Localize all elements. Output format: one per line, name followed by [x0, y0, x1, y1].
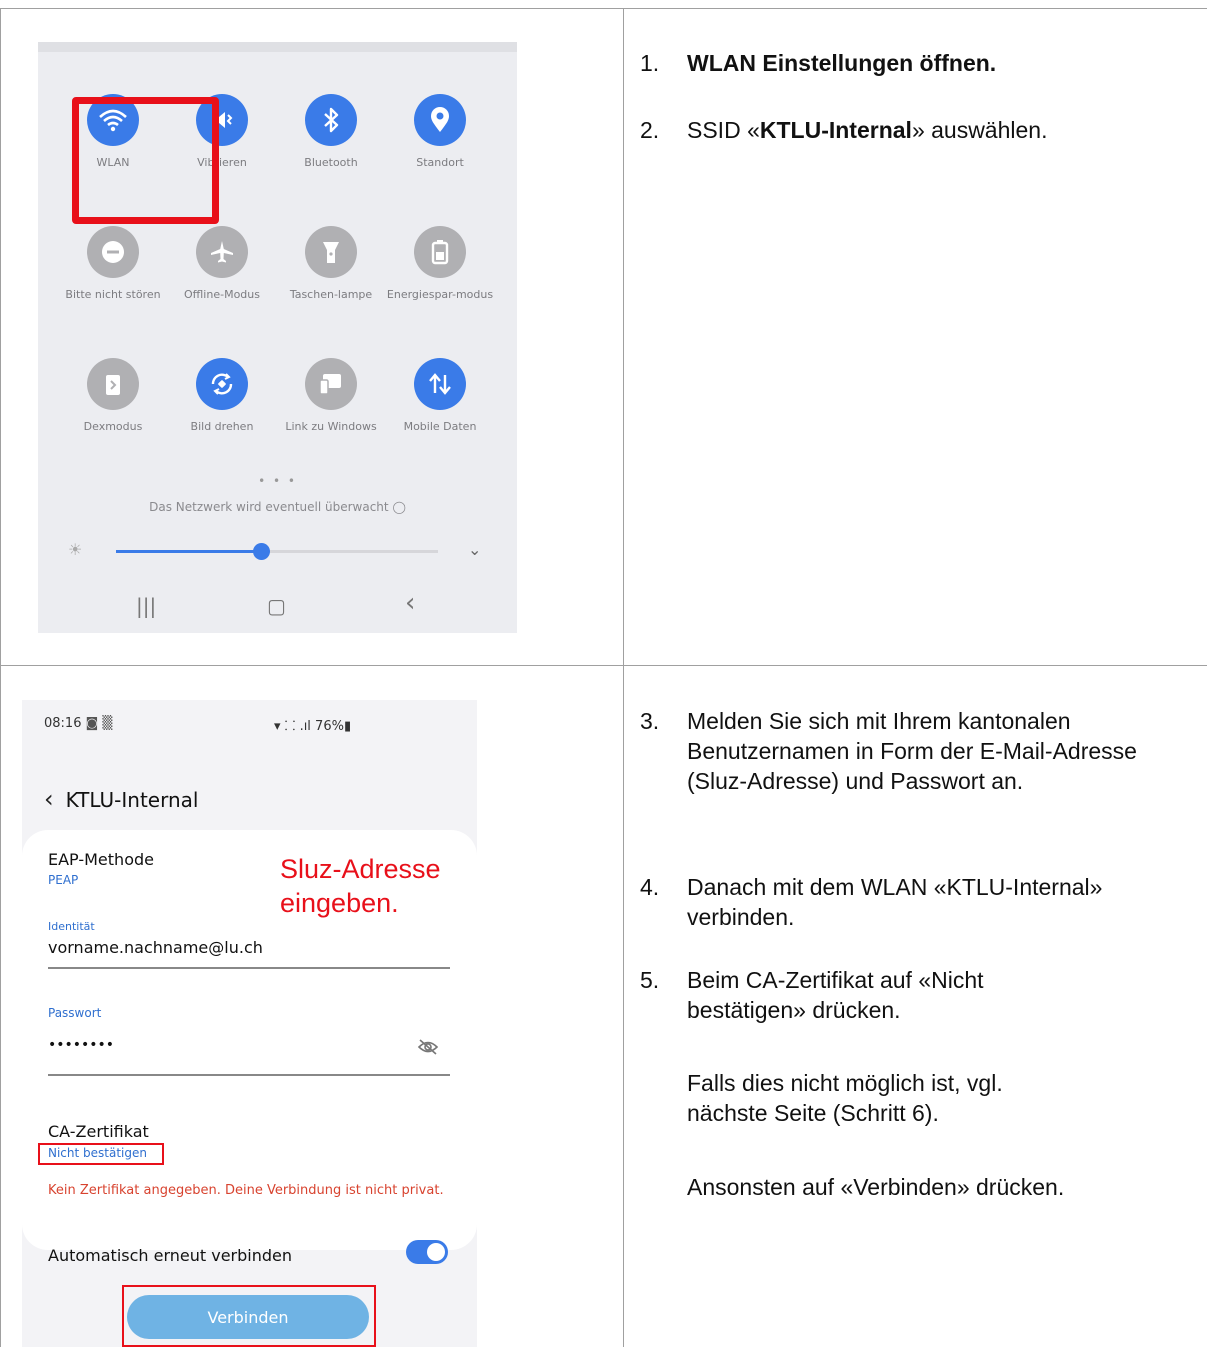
brightness-icon: ☀ [68, 540, 83, 559]
ssid-name: KTLU-Internal [759, 117, 912, 143]
step-text-post: » auswählen. [911, 117, 1048, 143]
quick-settings-top-bar [38, 42, 517, 52]
instruction-step-4: 4. Danach mit dem WLAN «KTLU-Internal» v… [640, 872, 1188, 932]
bluetooth-icon [305, 94, 357, 146]
tile-bluetooth[interactable]: Bluetooth [276, 94, 386, 170]
auto-reconnect-toggle[interactable] [406, 1240, 448, 1264]
toggle-knob [427, 1243, 445, 1261]
link-windows-icon [305, 358, 357, 410]
tile-label: Bluetooth [304, 156, 358, 169]
tile-airplane[interactable]: Offline-Modus [167, 226, 277, 302]
tile-label: Bitte nicht stören [65, 288, 161, 301]
identity-field[interactable]: vorname.nachname@lu.ch [48, 938, 263, 957]
ca-certificate-label: CA-Zertifikat [48, 1122, 149, 1141]
annotation-sluz-address: Sluz-Adresse eingeben. [280, 854, 441, 918]
table-border-middle [0, 665, 1207, 666]
table-divider-vertical [623, 8, 624, 1347]
battery-saver-icon [414, 226, 466, 278]
step-text: WLAN Einstellungen öffnen. [687, 50, 997, 76]
tile-label: Standort [416, 156, 464, 169]
info-icon: ◯ [392, 500, 406, 514]
step-number: 2. [640, 117, 660, 143]
instruction-step-2: 2. SSID «KTLU-Internal» auswählen. [640, 115, 1185, 145]
step-text: Danach mit dem WLAN «KTLU-Internal» verb… [687, 874, 1103, 930]
cert-highlight-box [38, 1143, 164, 1165]
step-text-pre: SSID « [687, 117, 760, 143]
eap-method-label: EAP-Methode [48, 850, 154, 869]
identity-label: Identität [48, 920, 95, 933]
mobile-data-icon [414, 358, 466, 410]
nav-recent-button[interactable]: ||| [136, 594, 156, 618]
nav-home-button[interactable]: ▢ [267, 594, 286, 618]
airplane-icon [196, 226, 248, 278]
step-number: 4. [640, 874, 660, 900]
tile-do-not-disturb[interactable]: Bitte nicht stören [58, 226, 168, 302]
eap-method-value[interactable]: PEAP [48, 873, 78, 887]
network-monitored-message: Das Netzwerk wird eventuell überwacht ◯ [149, 500, 406, 514]
step-number: 5. [640, 967, 660, 993]
password-field[interactable]: •••••••• [48, 1037, 114, 1053]
table-border-top [0, 8, 1207, 9]
tile-label: Link zu Windows [285, 420, 377, 433]
password-underline [48, 1074, 450, 1076]
tile-label: Mobile Daten [403, 420, 477, 433]
brightness-slider-thumb[interactable] [252, 543, 270, 560]
wlan-config-screenshot: 08:16 ◙ ▒ ▾ ⸬ .ıl 76%▮ ‹ KTLU-Internal EA… [22, 700, 477, 1347]
step-text: Beim CA-Zertifikat auf «Nicht bestätigen… [687, 967, 984, 1023]
page-title: ‹ KTLU-Internal [44, 785, 199, 813]
instruction-note-fallback: Falls dies nicht möglich ist, vgl. nächs… [687, 1070, 1003, 1126]
status-time: 08:16 ◙ ▒ [44, 716, 113, 731]
instruction-step-5: 5. Beim CA-Zertifikat auf «Nicht bestäti… [640, 965, 1188, 1025]
instruction-step-3: 3. Melden Sie sich mit Ihrem kantonalen … [640, 706, 1188, 796]
password-label: Passwort [48, 1006, 102, 1020]
back-arrow-icon[interactable]: ‹ [44, 785, 54, 813]
tile-battery-saver[interactable]: Energiespar-modus [385, 226, 495, 302]
tile-label: Bild drehen [190, 420, 254, 433]
tile-location[interactable]: Standort [385, 94, 495, 170]
certificate-warning: Kein Zertifikat angegeben. Deine Verbind… [48, 1183, 444, 1198]
step-text: Melden Sie sich mit Ihrem kantonalen Ben… [687, 708, 1137, 794]
page-indicator: • • • [258, 474, 297, 488]
status-signal: ▾ ⸬ .ıl 76%▮ [274, 719, 352, 734]
tile-dex[interactable]: Dexmodus [58, 358, 168, 434]
eye-slash-icon[interactable] [417, 1038, 439, 1060]
brightness-slider[interactable] [116, 543, 438, 560]
instruction-step-1: 1. WLAN Einstellungen öffnen. [640, 48, 1185, 78]
tile-link-windows[interactable]: Link zu Windows [276, 358, 386, 434]
tile-label: Energiespar-modus [386, 288, 494, 301]
brightness-slider-fill [116, 550, 261, 553]
table-border-left [0, 8, 1, 1347]
step-number: 1. [640, 50, 660, 76]
do-not-disturb-icon [87, 226, 139, 278]
quick-settings-screenshot: WLAN Vibrieren Bluetooth Standort Bitte … [38, 42, 517, 633]
tile-label: Dexmodus [83, 420, 143, 433]
connect-highlight-box [122, 1285, 376, 1347]
step-text: SSID «KTLU-Internal» auswählen. [687, 115, 1185, 145]
rotate-icon [196, 358, 248, 410]
tile-label: Offline-Modus [184, 288, 260, 301]
tile-rotate[interactable]: Bild drehen [167, 358, 277, 434]
nav-back-button[interactable]: ‹ [405, 588, 415, 618]
tile-mobile-data[interactable]: Mobile Daten [385, 358, 495, 434]
auto-reconnect-label: Automatisch erneut verbinden [48, 1246, 293, 1265]
step-number: 3. [640, 708, 660, 734]
identity-underline [48, 967, 450, 969]
location-icon [414, 94, 466, 146]
tile-label: Taschen-lampe [289, 288, 373, 301]
chevron-down-icon[interactable]: ⌄ [468, 540, 481, 559]
flashlight-icon [305, 226, 357, 278]
battery-icon: ▮ [343, 719, 352, 734]
instruction-note-connect: Ansonsten auf «Verbinden» drücken. [687, 1174, 1065, 1200]
dex-icon [87, 358, 139, 410]
wlan-highlight-box [72, 97, 219, 224]
tile-flashlight[interactable]: Taschen-lampe [276, 226, 386, 302]
